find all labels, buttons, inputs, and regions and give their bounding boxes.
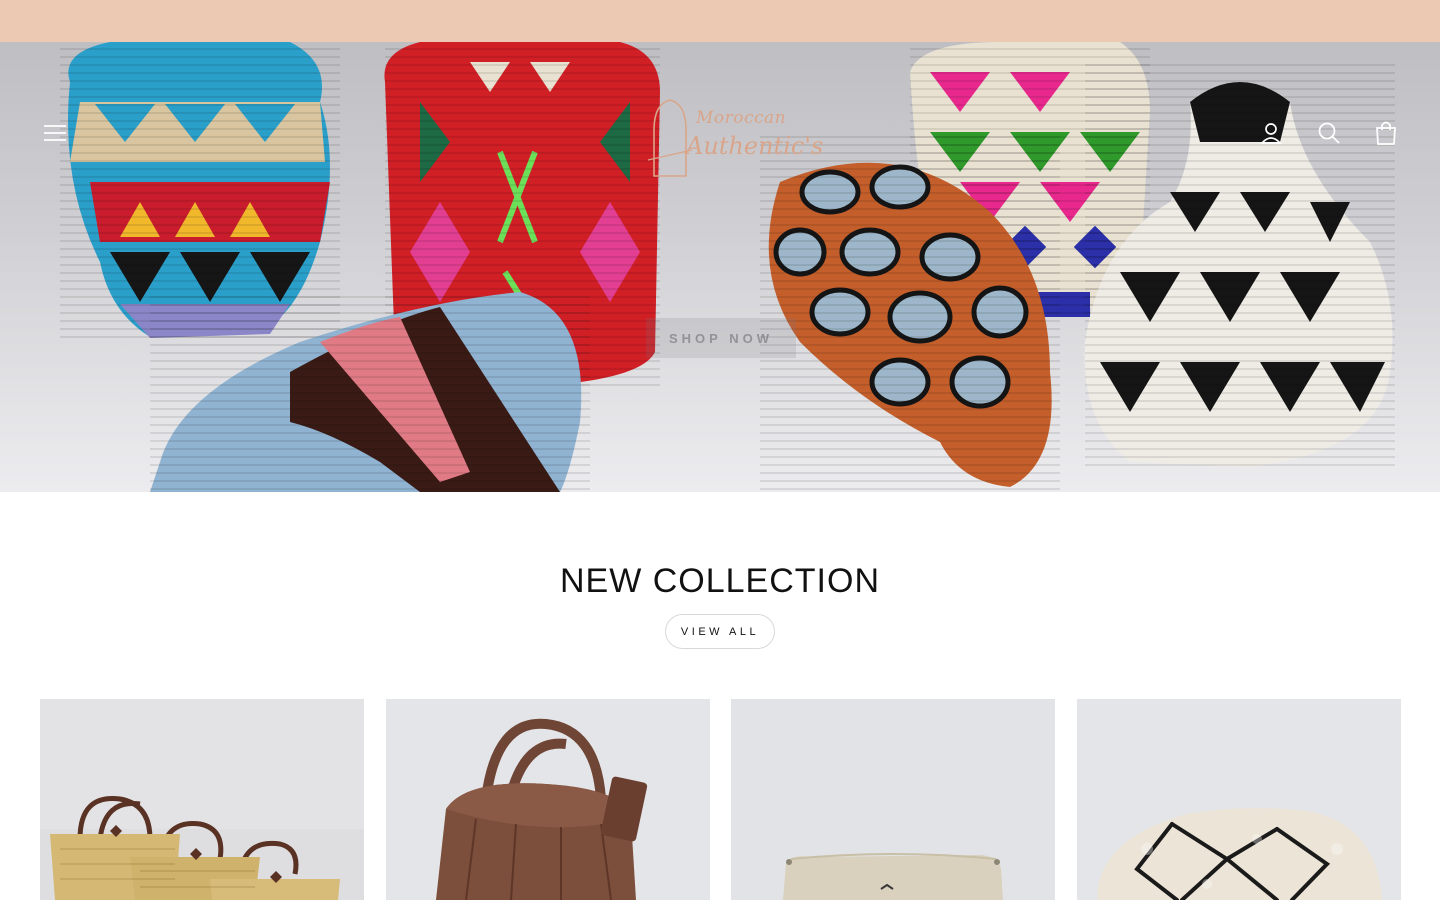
product-card[interactable] <box>386 699 710 900</box>
site-logo[interactable]: Moroccan Authentic's <box>640 90 823 190</box>
account-icon[interactable] <box>1256 120 1286 146</box>
product-image <box>386 699 710 900</box>
product-image <box>1077 699 1401 900</box>
view-all-button[interactable]: VIEW ALL <box>665 614 775 649</box>
product-image <box>731 699 1055 900</box>
menu-icon[interactable] <box>40 120 70 146</box>
search-icon[interactable] <box>1314 120 1344 146</box>
product-card[interactable] <box>731 699 1055 900</box>
product-image <box>40 699 364 900</box>
product-card[interactable] <box>40 699 364 900</box>
shop-now-button[interactable]: SHOP NOW <box>646 318 796 358</box>
product-card[interactable] <box>1077 699 1401 900</box>
logo-text-line2: Authentic's <box>686 132 824 160</box>
logo-text-line1: Moroccan <box>696 108 787 128</box>
hero-banner[interactable]: Moroccan Authentic's SHOP NOW <box>0 42 1440 492</box>
section-title: NEW COLLECTION <box>559 562 881 600</box>
cart-icon[interactable] <box>1371 120 1401 146</box>
announcement-bar <box>0 0 1440 42</box>
